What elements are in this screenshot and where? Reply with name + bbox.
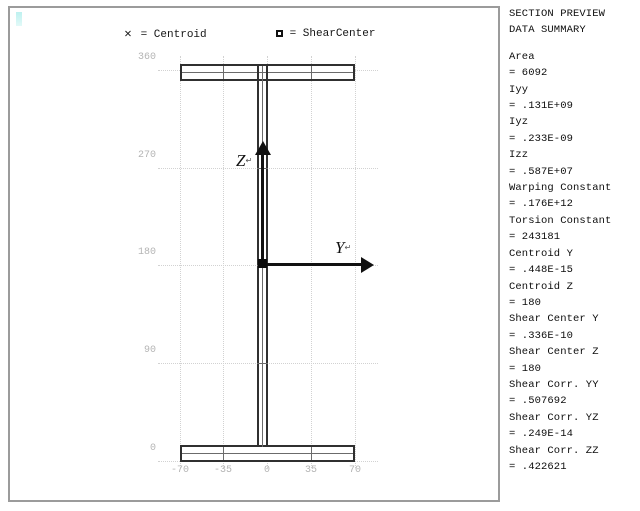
summary-label-iyz: Iyz: [509, 116, 529, 129]
summary-label-shear-center-z: Shear Center Z: [509, 346, 599, 359]
gridline-x-35: [311, 56, 312, 468]
summary-value-area: = 6092: [509, 67, 548, 80]
summary-label-centroid-y: Centroid Y: [509, 247, 574, 260]
bottom-flange-mesh-div-1: [223, 447, 224, 460]
plot-area: 360 270 180 90 0 -70 -35 0 35 70 Y↵ Z↵: [10, 8, 502, 504]
summary-value-iyy: = .131E+09: [509, 100, 574, 113]
summary-header-line-2: DATA SUMMARY: [509, 24, 586, 37]
gridline-x--70: [180, 56, 181, 468]
y-tick-label-180: 180: [137, 247, 156, 258]
summary-value-shear-center-z: = 180: [509, 362, 542, 375]
section-plot-frame: ✕ = Centroid = ShearCenter 360 270 180 9…: [8, 6, 500, 502]
x-tick-label-35: 35: [304, 465, 317, 476]
summary-label-warping-constant: Warping Constant: [509, 182, 612, 195]
summary-value-shear-corr-yz: = .249E-14: [509, 428, 574, 441]
bottom-flange-mesh-midline: [182, 453, 353, 454]
summary-value-shear-corr-yy: = .507692: [509, 395, 567, 408]
summary-value-shear-corr-zz: = .422621: [509, 460, 567, 473]
x-tick-label-70: 70: [348, 465, 361, 476]
summary-label-area: Area: [509, 50, 535, 63]
data-summary-panel: SECTION PREVIEW DATA SUMMARY Area = 6092…: [509, 6, 640, 502]
summary-value-centroid-y: = .448E-15: [509, 264, 574, 277]
z-axis-arrow-head-icon: [255, 141, 271, 155]
summary-value-izz: = .587E+07: [509, 165, 574, 178]
z-axis-arrow-line: [261, 154, 264, 265]
gridline-x--35: [223, 56, 224, 468]
x-tick-label--70: -70: [170, 465, 189, 476]
summary-label-shear-corr-yz: Shear Corr. YZ: [509, 411, 599, 424]
summary-value-iyz: = .233E-09: [509, 132, 574, 145]
y-axis-label-tail: ↵: [344, 243, 352, 252]
top-flange-mesh-div-2: [311, 66, 312, 79]
bottom-flange-mesh-div-2: [311, 447, 312, 460]
gridline-y-270: [158, 168, 378, 169]
summary-label-torsion-constant: Torsion Constant: [509, 214, 612, 227]
z-axis-label-tail: ↵: [245, 156, 253, 165]
summary-spacer: [509, 39, 640, 49]
x-tick-label--35: -35: [213, 465, 232, 476]
y-axis-arrow-line: [263, 263, 363, 266]
summary-label-shear-center-y: Shear Center Y: [509, 313, 599, 326]
web-mesh-div-3: [257, 363, 268, 364]
summary-value-warping-constant: = .176E+12: [509, 198, 574, 211]
gridline-y-90: [158, 363, 378, 364]
x-tick-label-0: 0: [263, 465, 270, 476]
y-axis-label: Y↵: [335, 238, 351, 258]
summary-value-centroid-z: = 180: [509, 296, 542, 309]
summary-label-iyy: Iyy: [509, 83, 529, 96]
top-flange-mesh-div-1: [223, 66, 224, 79]
z-axis-label: Z↵: [236, 151, 252, 171]
section-preview-window: ✕ = Centroid = ShearCenter 360 270 180 9…: [0, 0, 640, 511]
y-tick-label-270: 270: [137, 150, 156, 161]
y-tick-label-360: 360: [137, 52, 156, 63]
summary-value-shear-center-y: = .336E-10: [509, 329, 574, 342]
summary-label-centroid-z: Centroid Z: [509, 280, 574, 293]
gridline-x-70: [355, 56, 356, 468]
summary-value-torsion-constant: = 243181: [509, 231, 561, 244]
y-axis-arrow-head-icon: [361, 257, 374, 273]
summary-label-shear-corr-yy: Shear Corr. YY: [509, 378, 599, 391]
summary-header-line-1: SECTION PREVIEW: [509, 8, 606, 20]
y-tick-label-90: 90: [143, 345, 156, 356]
y-tick-label-0: 0: [149, 443, 156, 454]
summary-label-izz: Izz: [509, 149, 529, 162]
summary-label-shear-corr-zz: Shear Corr. ZZ: [509, 444, 599, 457]
centroid-shear-center-marker: [258, 259, 267, 268]
